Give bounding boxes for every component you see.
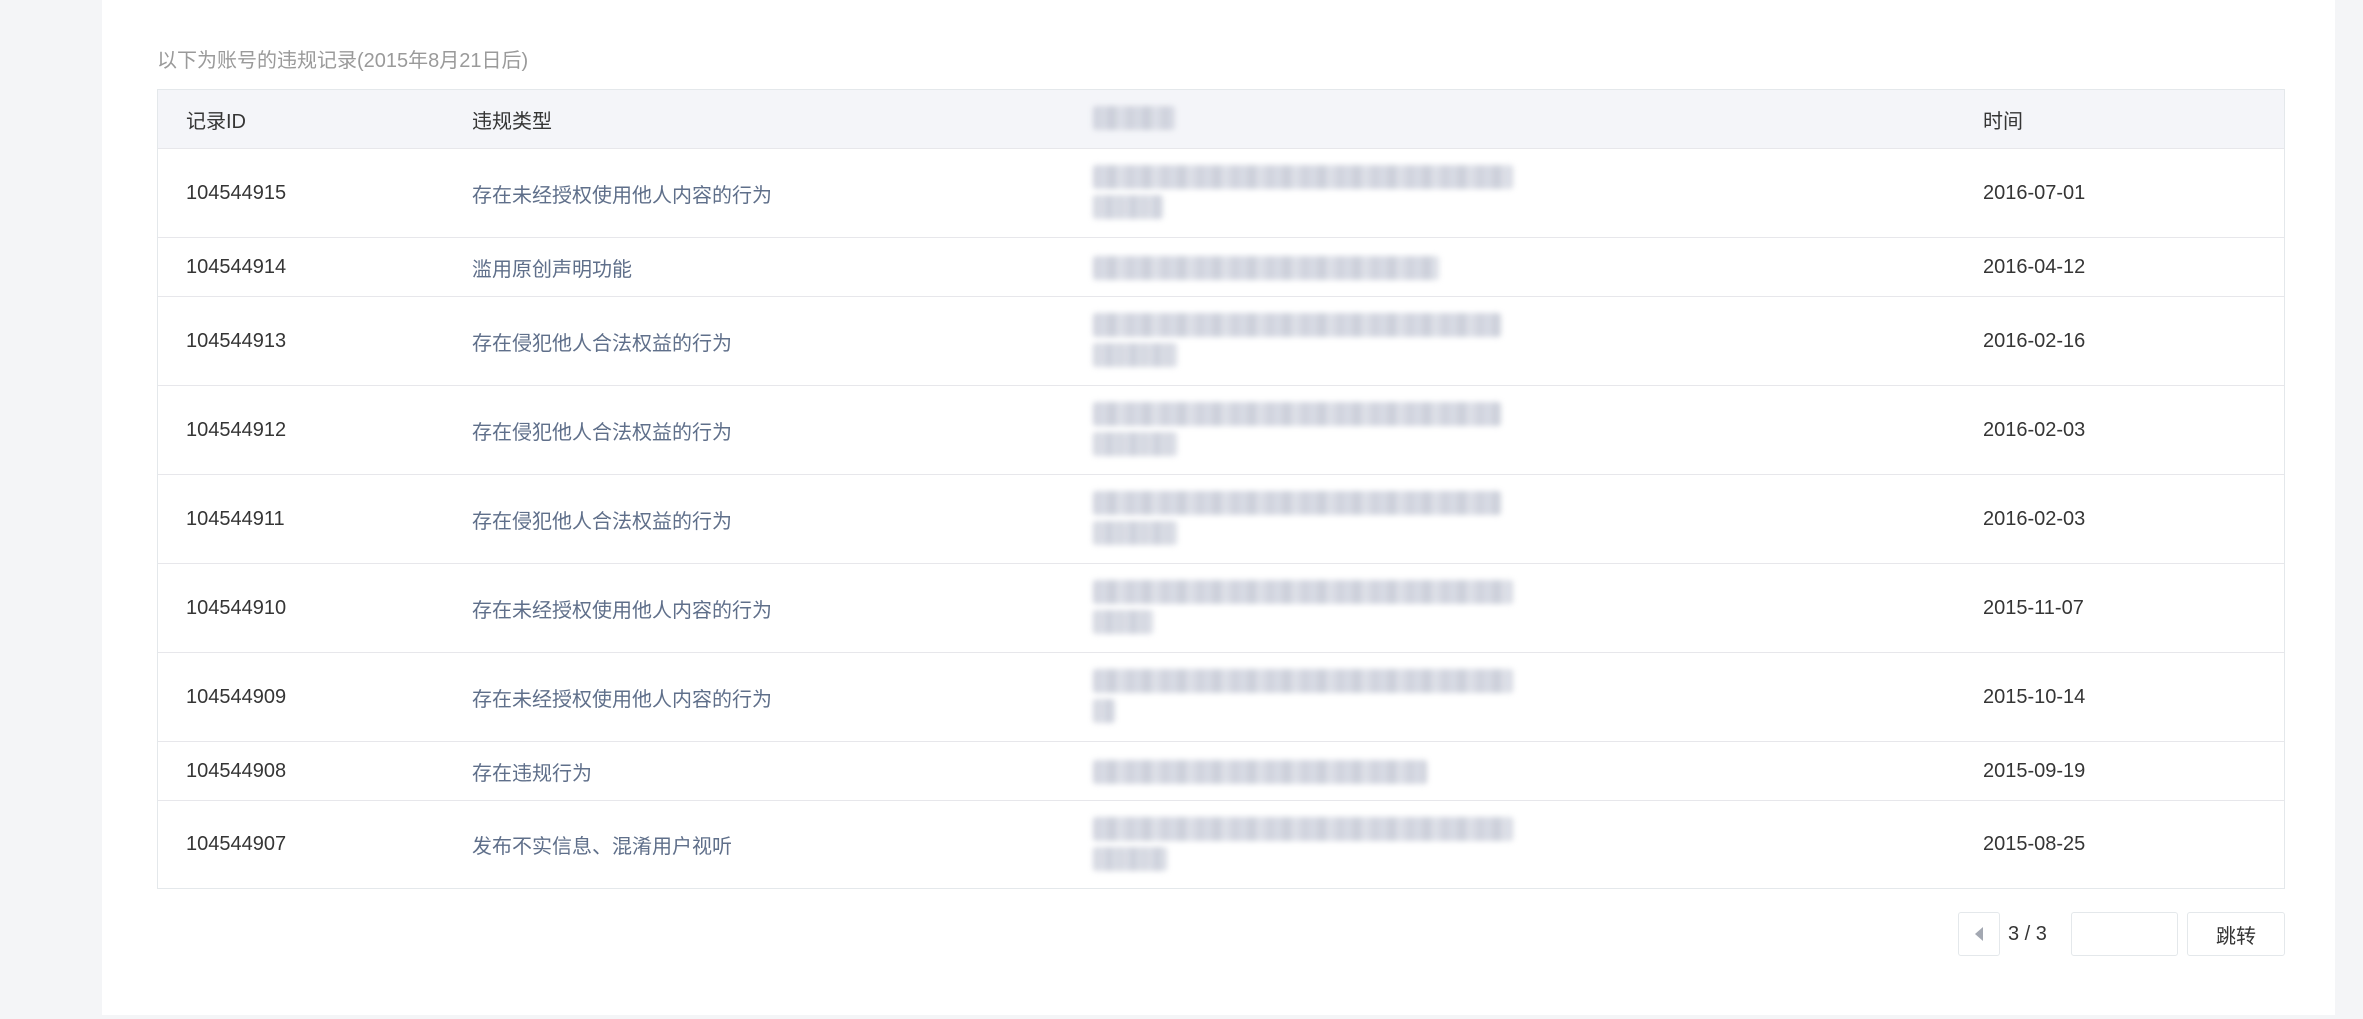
record-id: 104544915 (186, 181, 287, 204)
redacted-content (1093, 149, 1523, 237)
violation-notice: 以下为账号的违规记录(2015年8月21日后) (157, 50, 529, 72)
triangle-left-icon (1975, 927, 1983, 941)
table-row: 104544911 存在侵犯他人合法权益的行为 2016-02-03 (158, 474, 2284, 563)
redacted-text-line (1093, 610, 1153, 634)
record-id: 104544912 (186, 418, 287, 441)
violation-type-link[interactable]: 存在未经授权使用他人内容的行为 (472, 564, 772, 652)
table-row: 104544912 存在侵犯他人合法权益的行为 2016-02-03 (158, 385, 2284, 474)
redacted-content (1093, 742, 1523, 800)
violation-time: 2016-07-01 (1983, 181, 2086, 204)
redacted-content (1093, 386, 1523, 474)
table-row: 104544913 存在侵犯他人合法权益的行为 2016-02-16 (158, 296, 2284, 385)
redacted-text-line (1093, 165, 1513, 189)
redacted-content (1093, 297, 1523, 385)
violation-type-link[interactable]: 滥用原创声明功能 (472, 238, 632, 296)
redacted-text-line (1093, 760, 1427, 784)
violation-time: 2015-09-19 (1983, 759, 2086, 782)
redacted-text-line (1093, 432, 1177, 456)
table-row: 104544909 存在未经授权使用他人内容的行为 2015-10-14 (158, 652, 2284, 741)
column-header-content (1093, 90, 1523, 148)
violation-table: 记录ID 违规类型 时间 104544915 存在未经授权使用他人内容的行为 2… (157, 89, 2285, 889)
redacted-text-line (1093, 521, 1177, 545)
redacted-text-line (1093, 343, 1177, 367)
redacted-text-line (1093, 580, 1513, 604)
violation-type-link[interactable]: 发布不实信息、混淆用户视听 (472, 801, 732, 888)
redacted-content (1093, 653, 1523, 741)
redacted-text-line (1093, 669, 1513, 693)
record-id: 104544914 (186, 255, 287, 278)
table-row: 104544914 滥用原创声明功能 2016-04-12 (158, 237, 2284, 296)
table-header: 记录ID 违规类型 时间 (158, 90, 2284, 148)
violation-type-link[interactable]: 存在违规行为 (472, 742, 592, 800)
redacted-text-line (1093, 402, 1501, 426)
violation-time: 2015-11-07 (1983, 596, 2084, 619)
redacted-content (1093, 564, 1523, 652)
record-id: 104544910 (186, 596, 287, 619)
column-header-time: 时间 (1983, 110, 2023, 133)
column-header-violation-type: 违规类型 (472, 110, 552, 133)
violation-type-link[interactable]: 存在未经授权使用他人内容的行为 (472, 653, 772, 741)
violation-time: 2015-10-14 (1983, 685, 2086, 708)
redacted-text-line (1093, 817, 1513, 841)
record-id: 104544913 (186, 329, 287, 352)
redacted-text-line (1093, 699, 1115, 723)
redacted-text-line (1093, 313, 1501, 337)
redacted-content (1093, 475, 1523, 563)
prev-page-button[interactable] (1958, 912, 2000, 956)
violation-type-link[interactable]: 存在侵犯他人合法权益的行为 (472, 475, 732, 563)
redacted-content (1093, 238, 1523, 296)
jump-button[interactable]: 跳转 (2187, 912, 2285, 956)
redacted-text-line (1093, 847, 1167, 871)
violation-type-link[interactable]: 存在侵犯他人合法权益的行为 (472, 297, 732, 385)
table-row: 104544910 存在未经授权使用他人内容的行为 2015-11-07 (158, 563, 2284, 652)
page-indicator: 3 / 3 (2008, 922, 2047, 945)
page-jump-input[interactable] (2071, 912, 2178, 956)
column-header-record-id: 记录ID (186, 110, 246, 133)
record-id: 104544907 (186, 833, 287, 855)
violation-type-link[interactable]: 存在侵犯他人合法权益的行为 (472, 386, 732, 474)
violation-time: 2016-02-03 (1983, 418, 2086, 441)
violation-time: 2016-02-03 (1983, 507, 2086, 530)
violation-time: 2016-02-16 (1983, 329, 2086, 352)
redacted-text-line (1093, 256, 1439, 280)
violation-type-link[interactable]: 存在未经授权使用他人内容的行为 (472, 149, 772, 237)
redacted-text-line (1093, 195, 1163, 219)
violation-time: 2016-04-12 (1983, 255, 2086, 278)
redacted-text-line (1093, 491, 1501, 515)
table-row: 104544908 存在违规行为 2015-09-19 (158, 741, 2284, 800)
record-id: 104544909 (186, 685, 287, 708)
redacted-content (1093, 801, 1523, 888)
record-id: 104544911 (186, 507, 285, 530)
table-row: 104544915 存在未经授权使用他人内容的行为 2016-07-01 (158, 148, 2284, 237)
table-row: 104544907 发布不实信息、混淆用户视听 2015-08-25 (158, 800, 2284, 888)
redacted-text (1093, 106, 1175, 130)
violation-time: 2015-08-25 (1983, 833, 2086, 855)
record-id: 104544908 (186, 759, 287, 782)
